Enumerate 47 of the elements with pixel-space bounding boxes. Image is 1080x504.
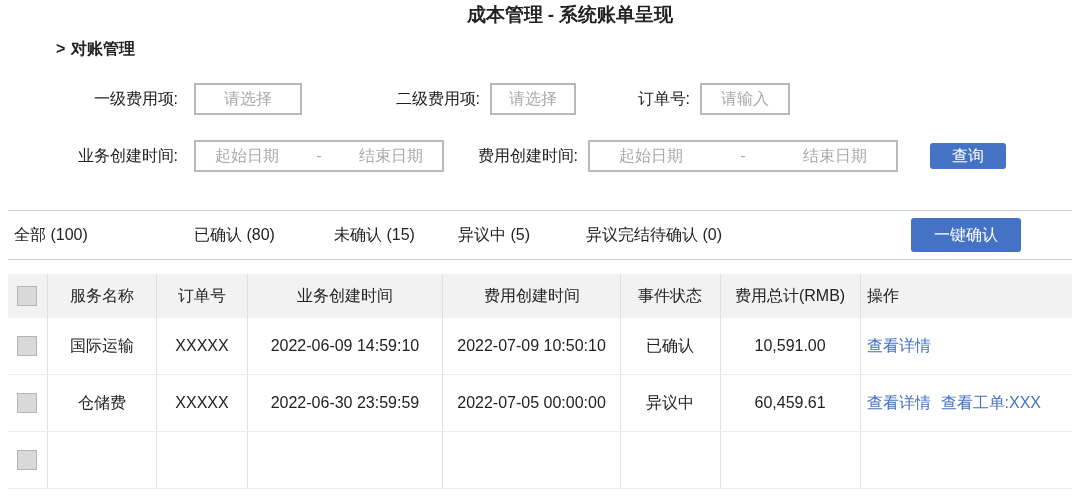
- filter-label: 业务创建时间:: [76, 146, 179, 166]
- column-header: 订单号: [178, 286, 227, 306]
- column-header: 费用总计(RMB): [734, 286, 846, 306]
- page-title: 成本管理 - 系统账单呈现: [466, 2, 674, 27]
- filter-label: 订单号:: [636, 89, 690, 109]
- filter-label: 二级费用项:: [394, 89, 480, 109]
- action-link[interactable]: 查看详情: [866, 334, 931, 358]
- start-date-placeholder: 起始日期: [214, 146, 279, 166]
- range-separator: -: [316, 146, 322, 166]
- end-date-placeholder: 结束日期: [359, 146, 424, 166]
- range-separator: -: [740, 146, 746, 166]
- status-tab[interactable]: 全部 (100): [8, 223, 194, 247]
- filter-label: 费用创建时间:: [476, 146, 578, 166]
- table-cell-text: 2022-06-30 23:59:59: [270, 393, 420, 413]
- table-cell-text: 异议中: [646, 393, 695, 413]
- table-cell-text: 已确认: [646, 336, 695, 356]
- table-cell-text: 10,591.00: [754, 336, 826, 356]
- column-header: 费用创建时间: [483, 286, 580, 306]
- checkbox[interactable]: [17, 393, 38, 413]
- table-cell-text: 2022-06-09 14:59:10: [270, 336, 420, 356]
- end-date-placeholder: 结束日期: [803, 146, 868, 166]
- table-cell-text: 国际运输: [69, 336, 134, 356]
- status-tab[interactable]: 已确认 (80): [194, 223, 334, 247]
- table-cell-text: 60,459.61: [754, 393, 826, 413]
- filter-label: 一级费用项:: [92, 89, 179, 109]
- action-link[interactable]: 查看详情: [866, 391, 931, 415]
- table-cell-text: XXXXX: [175, 393, 229, 413]
- column-header: 事件状态: [638, 286, 703, 306]
- table-cell-text: XXXXX: [175, 336, 229, 356]
- table-cell-text: 仓储费: [77, 393, 126, 413]
- table-cell-text: 2022-07-09 10:50:10: [457, 336, 606, 356]
- checkbox[interactable]: [17, 336, 38, 356]
- table-cell-text: 2022-07-05 00:00:00: [457, 393, 606, 413]
- status-tab[interactable]: 异议完结待确认 (0): [586, 223, 911, 247]
- checkbox[interactable]: [17, 450, 38, 470]
- column-header: 服务名称: [69, 286, 134, 306]
- start-date-placeholder: 起始日期: [618, 146, 683, 166]
- action-link[interactable]: 查看工单:XXX: [940, 391, 1041, 415]
- checkbox[interactable]: [17, 286, 38, 306]
- status-tab[interactable]: 异议中 (5): [458, 223, 586, 247]
- chevron-icon: >: [56, 37, 66, 61]
- column-header: 业务创建时间: [296, 286, 393, 306]
- column-header: 操作: [866, 286, 899, 306]
- query-button[interactable]: 查询: [930, 143, 1006, 169]
- status-tab[interactable]: 未确认 (15): [334, 223, 458, 247]
- section-title: 对账管理: [71, 39, 136, 59]
- confirm-all-button[interactable]: 一键确认: [911, 218, 1021, 252]
